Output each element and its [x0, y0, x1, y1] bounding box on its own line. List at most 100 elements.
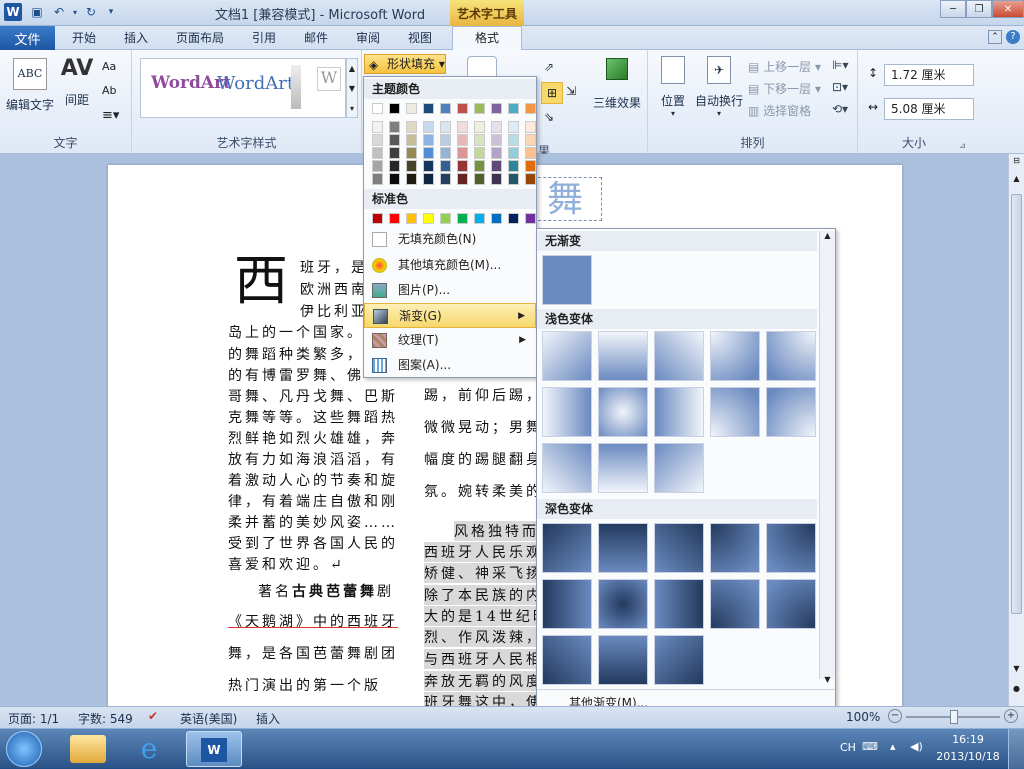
theme-color-swatch[interactable]	[406, 160, 417, 172]
word-count[interactable]: 字数: 549	[78, 710, 133, 727]
theme-color-swatch[interactable]	[372, 121, 383, 133]
theme-color-swatch[interactable]	[474, 173, 485, 185]
standard-color-swatch[interactable]	[525, 213, 536, 224]
theme-color-swatch[interactable]	[457, 121, 468, 133]
shadow-on-off-icon[interactable]: ⊞	[541, 82, 563, 104]
rotate-icon[interactable]: ⟲▾	[832, 102, 848, 116]
theme-color-swatch[interactable]	[406, 103, 417, 114]
tray-arrow-icon[interactable]: ▴	[890, 740, 896, 753]
light-gradient-swatch[interactable]	[654, 443, 704, 493]
theme-color-swatch[interactable]	[491, 121, 502, 133]
theme-color-swatch[interactable]	[423, 103, 434, 114]
pattern-fill-item[interactable]: 图案(A)...	[364, 353, 536, 378]
ruler-toggle-icon[interactable]: ⊟	[1011, 156, 1022, 170]
light-gradient-swatch[interactable]	[766, 331, 816, 381]
no-fill-item[interactable]: 无填充颜色(N)	[364, 227, 536, 252]
theme-color-swatch[interactable]	[440, 134, 451, 146]
selection-pane-button[interactable]: ▥ 选择窗格	[748, 102, 811, 119]
scroll-thumb[interactable]	[1011, 194, 1022, 614]
close-button[interactable]: ✕	[992, 0, 1024, 18]
proofing-icon[interactable]: ✔	[148, 709, 158, 723]
keyboard-icon[interactable]: ⌨	[862, 740, 878, 753]
insert-mode[interactable]: 插入	[256, 710, 280, 727]
tab-home[interactable]: 开始	[62, 28, 106, 50]
ime-indicator[interactable]: CH	[840, 741, 856, 754]
theme-color-swatch[interactable]	[389, 121, 400, 133]
theme-color-swatch[interactable]	[423, 121, 434, 133]
dark-gradient-swatch[interactable]	[542, 635, 592, 685]
theme-color-swatch[interactable]	[406, 173, 417, 185]
3d-effects-button[interactable]: 三维效果	[590, 58, 644, 111]
group-icon[interactable]: ⊡▾	[832, 80, 848, 94]
align-icon[interactable]: ≡▾	[102, 108, 119, 123]
dark-gradient-swatch[interactable]	[654, 523, 704, 573]
gradient-fill-item[interactable]: 渐变(G) ▶	[364, 303, 536, 328]
wordart-sample-vertical[interactable]	[291, 65, 301, 109]
theme-color-swatch[interactable]	[457, 173, 468, 185]
tab-mailings[interactable]: 邮件	[294, 28, 338, 50]
internet-explorer-icon[interactable]: e	[132, 733, 166, 765]
standard-color-swatch[interactable]	[491, 213, 502, 224]
theme-color-swatch[interactable]	[491, 147, 502, 159]
theme-color-swatch[interactable]	[406, 147, 417, 159]
dark-gradient-swatch[interactable]	[598, 635, 648, 685]
shape-width-input[interactable]: 5.08 厘米	[884, 98, 974, 120]
theme-color-swatch[interactable]	[474, 121, 485, 133]
theme-color-swatch[interactable]	[457, 134, 468, 146]
word-taskbar-button[interactable]: W	[186, 731, 242, 767]
theme-color-swatch[interactable]	[474, 147, 485, 159]
theme-color-swatch[interactable]	[525, 160, 536, 172]
theme-color-swatch[interactable]	[457, 147, 468, 159]
dark-gradient-swatch[interactable]	[654, 635, 704, 685]
theme-color-swatch[interactable]	[372, 103, 383, 114]
theme-color-swatch[interactable]	[508, 134, 519, 146]
theme-color-swatch[interactable]	[525, 134, 536, 146]
theme-color-swatch[interactable]	[423, 173, 434, 185]
light-gradient-swatch[interactable]	[598, 387, 648, 437]
dark-gradient-swatch[interactable]	[710, 579, 760, 629]
theme-color-swatch[interactable]	[525, 173, 536, 185]
theme-color-swatch[interactable]	[440, 103, 451, 114]
standard-color-swatch[interactable]	[423, 213, 434, 224]
zoom-in-icon[interactable]: +	[1004, 709, 1018, 723]
position-button[interactable]: 位置 ▾	[652, 56, 694, 118]
picture-fill-item[interactable]: 图片(P)...	[364, 278, 536, 303]
shadow-icon[interactable]: ⇗	[544, 60, 554, 74]
theme-color-swatch[interactable]	[474, 103, 485, 114]
dark-gradient-swatch[interactable]	[542, 579, 592, 629]
theme-color-swatch[interactable]	[508, 103, 519, 114]
zoom-level[interactable]: 100%	[846, 710, 880, 724]
nudge-icon[interactable]: ⇲	[566, 84, 576, 98]
start-button-icon[interactable]	[6, 731, 42, 767]
scroll-up-icon[interactable]: ▲	[820, 231, 835, 245]
standard-color-swatch[interactable]	[440, 213, 451, 224]
volume-icon[interactable]: ◀)	[910, 740, 923, 753]
wordart-sample-2[interactable]: WordArt	[217, 73, 294, 94]
auto-wrap-button[interactable]: ✈ 自动换行 ▾	[694, 56, 744, 118]
theme-color-swatch[interactable]	[457, 103, 468, 114]
tab-review[interactable]: 审阅	[346, 28, 390, 50]
theme-color-swatch[interactable]	[525, 103, 536, 114]
spacing-button[interactable]: AV 间距	[60, 56, 94, 108]
theme-color-swatch[interactable]	[440, 121, 451, 133]
theme-color-swatch[interactable]	[508, 121, 519, 133]
light-gradient-swatch[interactable]	[710, 331, 760, 381]
zoom-slider-thumb[interactable]	[950, 710, 958, 724]
edit-text-button[interactable]: ABC 编辑文字	[4, 58, 56, 113]
vertical-scrollbar[interactable]: ⊟ ▲ ▼ ●	[1008, 154, 1024, 706]
standard-color-swatch[interactable]	[389, 213, 400, 224]
no-gradient-swatch[interactable]	[542, 255, 592, 305]
theme-color-swatch[interactable]	[474, 134, 485, 146]
tab-format[interactable]: 格式	[452, 26, 522, 51]
tab-file[interactable]: 文件	[0, 26, 55, 50]
dialog-launcher-icon[interactable]: ⊿	[959, 141, 966, 150]
vertical-text-icon[interactable]: Ab	[102, 84, 117, 97]
dark-gradient-swatch[interactable]	[710, 523, 760, 573]
tab-view[interactable]: 视图	[398, 28, 442, 50]
shape-height-input[interactable]: 1.72 厘米	[884, 64, 974, 86]
minimize-ribbon-icon[interactable]: ⌃	[988, 30, 1002, 44]
theme-color-swatch[interactable]	[423, 134, 434, 146]
dark-gradient-swatch[interactable]	[542, 523, 592, 573]
theme-color-swatch[interactable]	[423, 147, 434, 159]
page-count[interactable]: 页面: 1/1	[8, 710, 59, 727]
